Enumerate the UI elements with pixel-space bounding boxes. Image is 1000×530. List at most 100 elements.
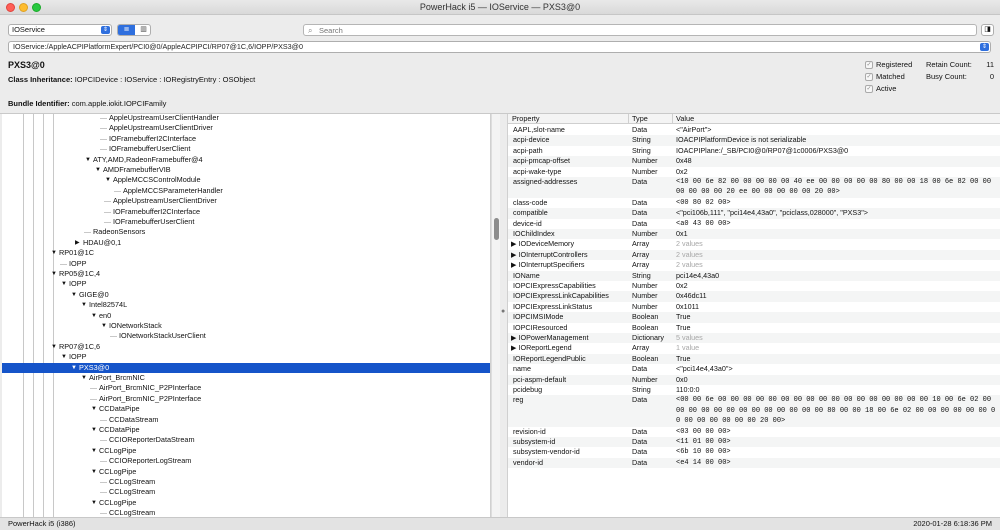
- property-row[interactable]: IOPCIExpressLinkStatus Number 0x1011: [508, 302, 1000, 312]
- property-row[interactable]: name Data <"pci14e4,43a0">: [508, 364, 1000, 374]
- tree-row[interactable]: ▼ CCDataPipe: [2, 404, 490, 414]
- inspector-toggle-icon[interactable]: ◨: [981, 24, 994, 36]
- tree-row[interactable]: IOFramebufferUserClient: [2, 144, 490, 154]
- tree-row[interactable]: IONetworkStackUserClient: [2, 331, 490, 341]
- property-row[interactable]: IOChildIndex Number 0x1: [508, 229, 1000, 240]
- property-row[interactable]: pci-aspm-default Number 0x0: [508, 374, 1000, 385]
- tree-row[interactable]: CCDataStream: [2, 415, 490, 425]
- search-field[interactable]: ⌕: [303, 24, 977, 36]
- property-row[interactable]: acpi-pmcap-offset Number 0x48: [508, 156, 1000, 167]
- properties-table[interactable]: Property Type Value AAPL,slot-name Data <"…: [507, 114, 1000, 518]
- tree-row[interactable]: ▼ AirPort_BrcmNIC: [2, 373, 490, 383]
- tree-row[interactable]: RadeonSensors: [2, 227, 490, 237]
- property-row[interactable]: acpi-device String IOACPIPlatformDevice is…: [508, 135, 1000, 146]
- property-row[interactable]: IOName String pci14e4,43a0: [508, 270, 1000, 281]
- disclosure-expanded-icon[interactable]: ▼: [85, 155, 91, 165]
- property-row[interactable]: IOPCIMSIMode Boolean True: [508, 312, 1000, 323]
- property-row[interactable]: IOPCIExpressLinkCapabilities Number 0x46dc…: [508, 291, 1000, 302]
- outline-view-icon[interactable]: ≣: [118, 25, 135, 35]
- tree-scroll-thumb[interactable]: [494, 218, 499, 240]
- tree-row[interactable]: ▼ PXS3@0: [2, 362, 490, 373]
- tree-row[interactable]: AppleMCCSParameterHandler: [2, 186, 490, 196]
- property-row[interactable]: ▶ IODeviceMemory Array 2 values: [508, 239, 1000, 249]
- disclosure-collapsed-icon[interactable]: ▶: [75, 238, 80, 248]
- property-row[interactable]: vendor-id Data <e4 14 00 00>: [508, 457, 1000, 469]
- disclosure-expanded-icon[interactable]: ▼: [71, 363, 77, 373]
- tree-row[interactable]: AppleUpstreamUserClientDriver: [2, 196, 490, 206]
- property-row[interactable]: IOReportLegendPublic Boolean True: [508, 353, 1000, 365]
- tree-row[interactable]: ▼ AppleMCCSControlModule: [2, 175, 490, 185]
- property-row[interactable]: ▶ IOPowerManagement Dictionary 5 values: [508, 333, 1000, 344]
- tree-row[interactable]: ▼ CCLogPipe: [2, 498, 490, 508]
- column-divider[interactable]: [628, 114, 629, 124]
- tree-row[interactable]: ▼ CCLogPipe: [2, 467, 490, 477]
- tree-row[interactable]: ▼ Intel82574L: [2, 300, 490, 310]
- property-row[interactable]: reg Data <00 00 6e 00 00 00 00 00 00 00 00…: [508, 395, 1000, 427]
- property-row[interactable]: assigned-addresses Data <10 00 6e 82 00 00…: [508, 177, 1000, 198]
- search-input[interactable]: [319, 25, 969, 35]
- property-row[interactable]: device-id Data <a0 43 00 00>: [508, 219, 1000, 229]
- tree-row[interactable]: AirPort_BrcmNIC_P2PInterface: [2, 383, 490, 393]
- tree-row[interactable]: ▼ CCLogPipe: [2, 446, 490, 456]
- tree-row[interactable]: ▶ HDAU@0,1: [2, 238, 490, 248]
- property-row[interactable]: ▶ IOInterruptSpecifiers Array 2 values: [508, 260, 1000, 270]
- title-bar[interactable]: PowerHack i5 — IOService — PXS3@0: [0, 0, 1000, 15]
- tree-row[interactable]: ▼ CCDataPipe: [2, 425, 490, 435]
- property-row[interactable]: subsystem-id Data <11 01 00 00>: [508, 437, 1000, 448]
- property-row[interactable]: ▶ IOInterruptControllers Array 2 values: [508, 249, 1000, 261]
- property-row[interactable]: revision-id Data <03 00 00 00>: [508, 427, 1000, 437]
- tree-row[interactable]: ▼ IONetworkStack: [2, 321, 490, 331]
- disclosure-expanded-icon[interactable]: ▼: [91, 311, 97, 321]
- tree-row[interactable]: CCIOReporterLogStream: [2, 456, 490, 466]
- column-divider[interactable]: [672, 114, 673, 124]
- disclosure-expanded-icon[interactable]: ▼: [91, 467, 97, 477]
- tree-row[interactable]: AirPort_BrcmNIC_P2PInterface: [2, 394, 490, 404]
- property-row[interactable]: IOPCIResourced Boolean True: [508, 323, 1000, 333]
- pane-splitter[interactable]: ●: [500, 114, 507, 518]
- tree-row[interactable]: CCLogStream: [2, 477, 490, 487]
- disclosure-expanded-icon[interactable]: ▼: [91, 498, 97, 508]
- property-row[interactable]: acpi-path String IOACPIPlane:/_SB/PCI0@0/R…: [508, 146, 1000, 156]
- path-select[interactable]: IOService:/AppleACPIPlatformExpert/PCI0@…: [8, 41, 991, 53]
- column-header-type[interactable]: Type: [632, 114, 648, 124]
- disclosure-expanded-icon[interactable]: ▼: [61, 279, 67, 289]
- tree-row[interactable]: IOFramebufferI2CInterface: [2, 134, 490, 144]
- disclosure-expanded-icon[interactable]: ▼: [51, 342, 57, 352]
- disclosure-expanded-icon[interactable]: ▼: [105, 175, 111, 185]
- property-row[interactable]: compatible Data <"pci106b,111", "pci14e4,4…: [508, 208, 1000, 219]
- disclosure-expanded-icon[interactable]: ▼: [91, 446, 97, 456]
- disclosure-expanded-icon[interactable]: ▼: [81, 300, 87, 310]
- column-view-icon[interactable]: ▥: [135, 25, 150, 35]
- property-row[interactable]: IOPCIExpressCapabilities Number 0x2: [508, 281, 1000, 291]
- disclosure-expanded-icon[interactable]: ▼: [95, 165, 101, 175]
- tree-row[interactable]: ▼ IOPP: [2, 352, 490, 362]
- column-header-value[interactable]: Value: [676, 114, 694, 124]
- tree-row[interactable]: ▼ IOPP: [2, 279, 490, 289]
- disclosure-expanded-icon[interactable]: ▼: [91, 404, 97, 414]
- disclosure-expanded-icon[interactable]: ▼: [51, 269, 57, 279]
- tree-row[interactable]: AppleUpstreamUserClientDriver: [2, 123, 490, 133]
- tree-row[interactable]: ▼ RP01@1C: [2, 248, 490, 258]
- tree-row[interactable]: CCLogStream: [2, 487, 490, 497]
- tree-row[interactable]: IOPP: [2, 259, 490, 269]
- property-row[interactable]: subsystem-vendor-id Data <6b 10 00 00>: [508, 447, 1000, 457]
- property-row[interactable]: acpi-wake-type Number 0x2: [508, 167, 1000, 177]
- registry-tree[interactable]: AppleUpstreamUserClientHandler AppleUpstr…: [2, 114, 491, 518]
- disclosure-expanded-icon[interactable]: ▼: [71, 290, 77, 300]
- property-row[interactable]: ▶ IOReportLegend Array 1 value: [508, 343, 1000, 353]
- tree-scrollbar[interactable]: [491, 114, 500, 518]
- view-mode-segmented[interactable]: ≣ ▥: [117, 24, 151, 36]
- tree-row[interactable]: ▼ en0: [2, 311, 490, 321]
- disclosure-expanded-icon[interactable]: ▼: [81, 373, 87, 383]
- column-header-property[interactable]: Property: [512, 114, 540, 124]
- tree-row[interactable]: ▼ GIGE@0: [2, 290, 490, 300]
- disclosure-expanded-icon[interactable]: ▼: [91, 425, 97, 435]
- disclosure-expanded-icon[interactable]: ▼: [101, 321, 107, 331]
- tree-row[interactable]: AppleUpstreamUserClientHandler: [2, 114, 490, 123]
- plane-select[interactable]: IOService ⇕: [8, 24, 112, 36]
- property-row[interactable]: pcidebug String 110:0:0: [508, 385, 1000, 395]
- tree-row[interactable]: IOFramebufferUserClient: [2, 217, 490, 227]
- tree-row[interactable]: IOFramebufferI2CInterface: [2, 207, 490, 217]
- disclosure-expanded-icon[interactable]: ▼: [61, 352, 67, 362]
- tree-row[interactable]: ▼ RP05@1C,4: [2, 269, 490, 279]
